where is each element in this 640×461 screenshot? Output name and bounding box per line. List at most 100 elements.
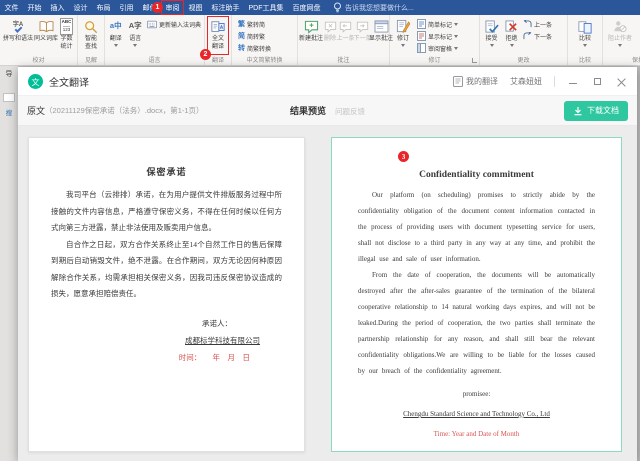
download-document-button[interactable]: 下载文档	[564, 101, 628, 121]
source-doc-title: 保密承诺	[51, 165, 282, 178]
spelling-grammar-button[interactable]: 拼写和语法	[1, 17, 35, 54]
previous-change-button[interactable]: 上一条	[521, 18, 554, 30]
next-change-button[interactable]: 下一条	[521, 30, 554, 42]
language-button[interactable]: 语言	[125, 17, 144, 54]
tab-home[interactable]: 开始	[23, 0, 46, 15]
download-icon	[573, 106, 583, 116]
accept-button[interactable]: 接受	[481, 17, 502, 54]
smart-lookup-button[interactable]: 智能 查找	[79, 17, 103, 54]
close-button[interactable]	[615, 75, 627, 87]
tab-review[interactable]: 1 审阅	[161, 0, 184, 15]
thesaurus-label: 同义词库	[34, 36, 58, 44]
translated-document-page: 3 Confidentiality commitment Our platfor…	[331, 137, 622, 452]
maximize-button[interactable]	[591, 75, 603, 87]
my-translations-button[interactable]: 我的翻译	[453, 76, 498, 87]
navigation-pane-header: 导	[6, 69, 13, 79]
tab-insert[interactable]: 插入	[46, 0, 69, 15]
tell-me-box[interactable]: 告诉我您想要做什么...	[333, 0, 414, 15]
dialog-content: 保密承诺 我司平台（云排排）承诺，在为用户提供文件排版服务过程中所接触的文件内容…	[18, 126, 637, 461]
reject-button[interactable]: 拒绝	[502, 17, 521, 54]
compare-button[interactable]: 比较	[572, 17, 598, 54]
source-file-info: （20211129保密承诺（法务）.docx，第1-1页）	[45, 105, 204, 116]
reviewing-pane-button[interactable]: 审阅窗格	[415, 42, 460, 54]
simp-to-trad-label: 简转繁	[247, 32, 265, 41]
reject-icon	[505, 18, 518, 35]
traditional-to-simplified-button[interactable]: 繁转简	[236, 18, 296, 30]
simplified-to-traditional-button[interactable]: 简转繁	[236, 30, 296, 42]
full-text-translate-button[interactable]: 全文 翻译	[206, 17, 230, 54]
delete-comment-label: 删除	[324, 36, 336, 44]
group-label-insights: 见解	[78, 55, 104, 64]
full-translate-label-2: 翻译	[212, 44, 224, 52]
navigation-pane-sliver: 导 搜	[0, 66, 18, 461]
tab-file[interactable]: 文件	[0, 0, 23, 15]
chevron-down-icon	[510, 44, 514, 47]
source-label: 原文	[27, 104, 45, 117]
show-comments-button[interactable]: 显示批注	[371, 17, 391, 54]
app-logo-icon	[28, 74, 43, 89]
tab-annotation-assistant[interactable]: 标注助手	[207, 0, 244, 15]
word-count-label: 字数	[61, 36, 73, 44]
compare-icon	[578, 18, 592, 35]
group-label-comments: 批注	[298, 55, 389, 64]
show-markup-button[interactable]: 显示标记	[415, 30, 460, 42]
navigation-search-box-sliver	[3, 93, 15, 102]
tab-references[interactable]: 引用	[115, 0, 138, 15]
smart-lookup-icon	[84, 18, 98, 35]
new-comment-icon	[304, 18, 319, 35]
tab-baidu-netdisk[interactable]: 百度网盘	[288, 0, 325, 15]
group-tracking: 修订 简单标记 显示标记 审阅窗格	[390, 15, 480, 65]
next-comment-icon	[356, 18, 369, 35]
track-changes-icon	[396, 18, 410, 35]
accept-label: 接受	[485, 36, 497, 44]
delete-comment-button[interactable]: 删除	[323, 17, 337, 54]
restrict-editing-button[interactable]: 限制编辑	[636, 17, 640, 54]
translated-doc-paragraph-1: Our platform (on scheduling) promises to…	[358, 187, 595, 267]
step-2-badge: 2	[200, 49, 211, 60]
source-document-page: 保密承诺 我司平台（云排排）承诺，在为用户提供文件排版服务过程中所接触的文件内容…	[28, 137, 305, 452]
source-doc-company: 成都标学科技有限公司	[51, 332, 260, 349]
track-changes-button[interactable]: 修订	[391, 17, 415, 54]
translate-button[interactable]: 翻译	[106, 17, 125, 54]
update-ime-dictionary-button[interactable]: 更新输入法词典	[145, 18, 203, 30]
delete-comment-icon	[324, 18, 337, 35]
convert-button[interactable]: 简繁转换	[236, 42, 296, 54]
chevron-down-icon	[618, 44, 622, 47]
source-doc-paragraph-2: 自合作之日起，双方合作关系终止至14个自然工作日的售后保障到期后自动销毁文件，绝…	[51, 237, 282, 303]
divider	[554, 76, 555, 87]
track-changes-label: 修订	[397, 36, 409, 44]
dialog-title: 全文翻译	[49, 74, 89, 89]
chevron-down-icon	[133, 44, 137, 47]
my-translations-icon	[453, 76, 463, 87]
update-ime-icon	[147, 20, 157, 29]
next-change-label: 下一条	[534, 32, 552, 41]
word-count-label-2: 统计	[61, 44, 73, 52]
username-menu[interactable]: 艾森妞妞	[510, 76, 542, 87]
chevron-down-icon	[401, 44, 405, 47]
compare-label: 比较	[579, 36, 591, 44]
chevron-down-icon	[454, 35, 458, 38]
thesaurus-button[interactable]: 同义词库	[35, 17, 57, 54]
simple-markup-button[interactable]: 简单标记	[415, 18, 460, 30]
previous-change-icon	[523, 20, 532, 28]
chevron-down-icon	[454, 23, 458, 26]
group-label-chinese-conversion: 中文简繁转换	[232, 55, 297, 64]
tab-view[interactable]: 视图	[184, 0, 207, 15]
new-comment-button[interactable]: 新建批注	[299, 17, 323, 54]
reviewing-pane-label: 审阅窗格	[428, 44, 452, 53]
translated-doc-company: Chengdu Standard Science and Technology …	[358, 404, 595, 424]
spell-check-icon	[13, 18, 23, 35]
language-icon	[129, 18, 142, 35]
tab-design[interactable]: 设计	[69, 0, 92, 15]
word-count-button[interactable]: 字数 统计	[57, 17, 76, 54]
my-translations-label: 我的翻译	[466, 76, 498, 87]
block-authors-button[interactable]: 阻止作者	[604, 17, 636, 54]
chevron-down-icon	[490, 44, 494, 47]
show-comments-icon	[374, 18, 389, 35]
tab-layout[interactable]: 布局	[92, 0, 115, 15]
source-doc-date-line: 时间： 年 月 日	[51, 349, 250, 366]
feedback-link[interactable]: 问题反馈	[335, 106, 365, 117]
minimize-button[interactable]	[567, 75, 579, 87]
tab-pdf-tools[interactable]: PDF工具集	[244, 0, 288, 15]
previous-comment-button[interactable]: 上一条	[337, 17, 354, 54]
